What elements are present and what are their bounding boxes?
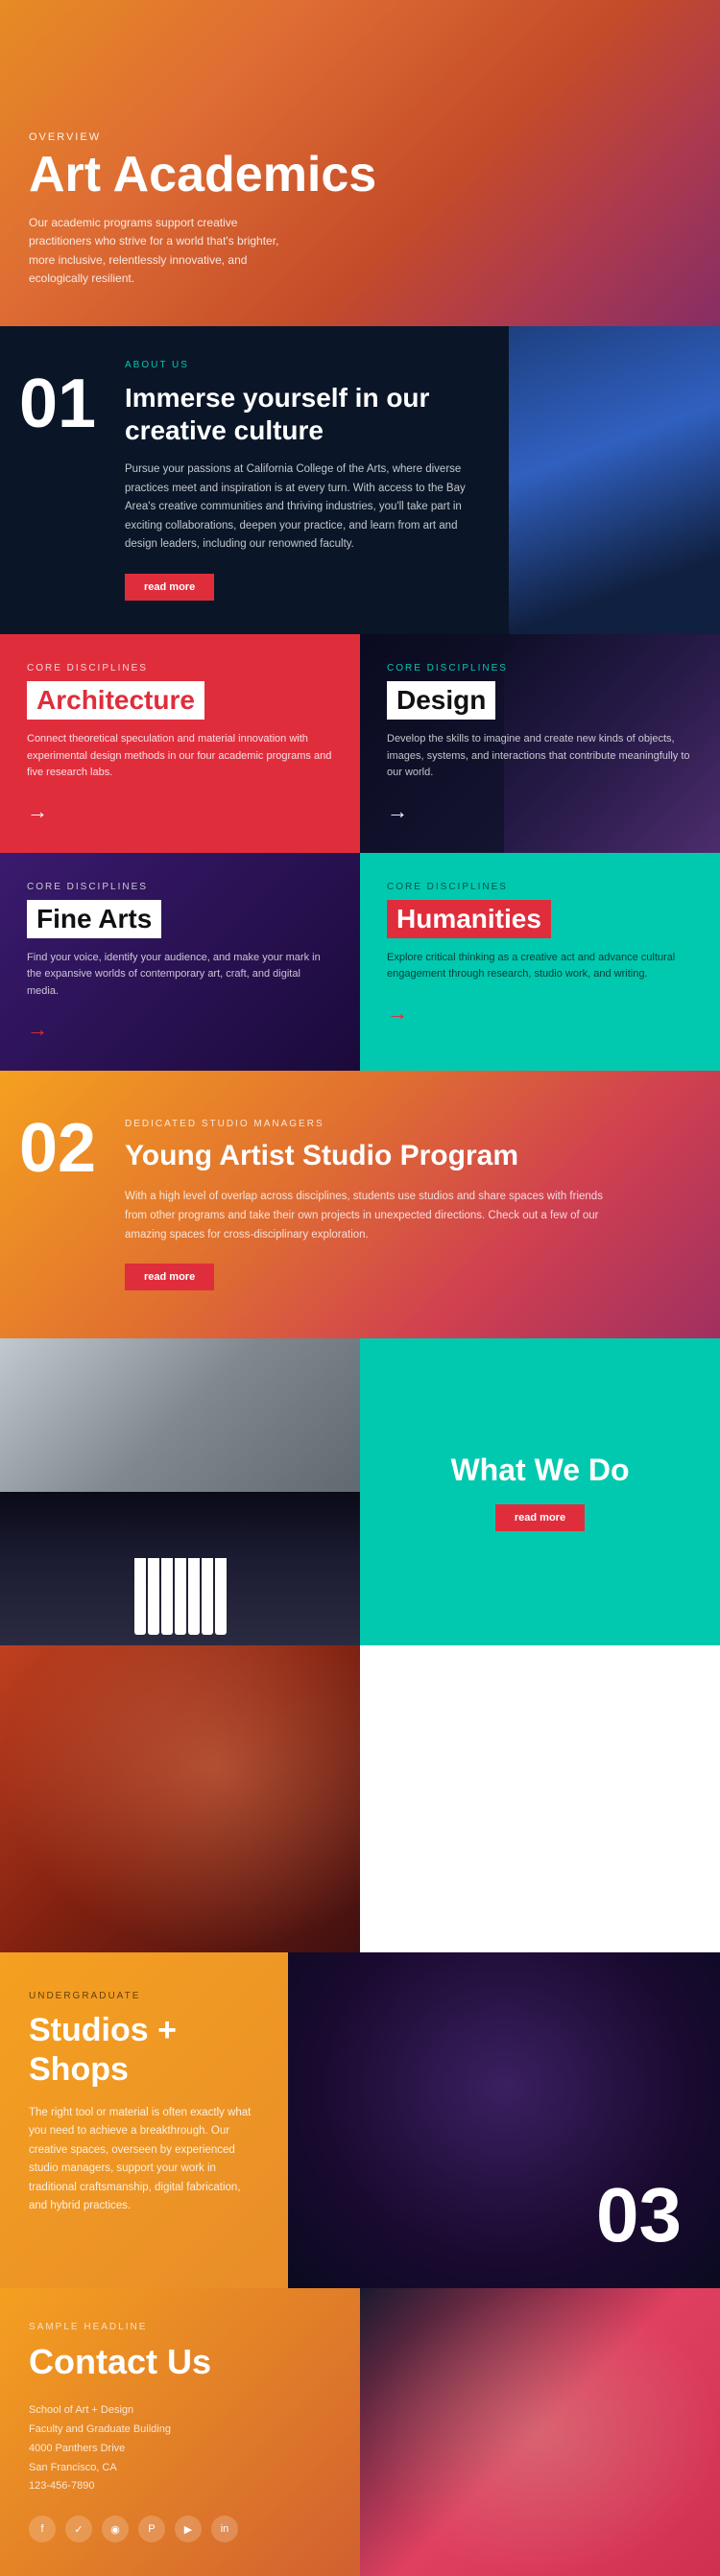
hero-section: OVERVIEW Art Academics Our academic prog… [0, 0, 720, 326]
contact-image-overlay [360, 2288, 720, 2576]
what-right-image [0, 1645, 360, 1952]
architecture-overline: CORE DISCIPLINES [27, 663, 333, 674]
finearts-content: CORE DISCIPLINES Fine Arts Find your voi… [27, 882, 333, 1043]
finearts-title: Fine Arts [36, 904, 152, 934]
design-description: Develop the skills to imagine and create… [387, 731, 693, 782]
studios-title: Studios + Shops [29, 2011, 259, 2090]
contact-left-panel: SAMPLE HEADLINE Contact Us School of Art… [0, 2288, 360, 2576]
facebook-icon[interactable]: f [29, 2516, 56, 2542]
design-overline: CORE DISCIPLINES [387, 663, 693, 674]
studio-read-more-button[interactable]: read more [125, 1264, 214, 1290]
about-person-image [509, 326, 720, 634]
studio-section: 02 DEDICATED STUDIO MANAGERS Young Artis… [0, 1071, 720, 1338]
contact-address-line3: 4000 Panthers Drive [29, 2440, 331, 2459]
what-left-column [0, 1338, 360, 1645]
studio-number: 02 [19, 1109, 96, 1188]
about-content: ABOUT US Immerse yourself in our creativ… [115, 326, 509, 634]
paper-fold-image [0, 1338, 360, 1492]
humanities-arrow[interactable]: → [387, 1001, 408, 1026]
studio-description: With a high level of overlap across disc… [125, 1188, 605, 1244]
contact-title: Contact Us [29, 2342, 331, 2382]
discipline-design[interactable]: CORE DISCIPLINES Design Develop the skil… [360, 634, 720, 853]
linkedin-icon[interactable]: in [211, 2516, 238, 2542]
what-top-image [0, 1338, 360, 1492]
design-title-box: Design [387, 681, 495, 720]
studios-section: UNDERGRADUATE Studios + Shops The right … [0, 1952, 720, 2288]
architecture-description: Connect theoretical speculation and mate… [27, 731, 333, 782]
about-number: 01 [0, 326, 115, 634]
hero-content: OVERVIEW Art Academics Our academic prog… [29, 131, 376, 288]
what-we-do-section: What We Do read more [0, 1338, 720, 1952]
piano-image [0, 1492, 360, 1645]
hero-overline: OVERVIEW [29, 131, 376, 143]
architecture-title-box: Architecture [27, 681, 204, 720]
contact-address-line4: San Francisco, CA [29, 2459, 331, 2478]
youtube-icon[interactable]: ▶ [175, 2516, 202, 2542]
piano-key-2 [148, 1558, 159, 1635]
discipline-finearts[interactable]: CORE DISCIPLINES Fine Arts Find your voi… [0, 853, 360, 1072]
piano-key-1 [134, 1558, 146, 1635]
finearts-description: Find your voice, identify your audience,… [27, 950, 333, 1001]
hero-description: Our academic programs support creative p… [29, 214, 298, 288]
piano-key-3 [161, 1558, 173, 1635]
social-icons-group: f ✓ ◉ P ▶ in [29, 2516, 331, 2542]
disciplines-section: CORE DISCIPLINES Architecture Connect th… [0, 634, 720, 1072]
contact-address-line1: School of Art + Design [29, 2401, 331, 2421]
studios-description: The right tool or material is often exac… [29, 2104, 259, 2216]
contact-address-line2: Faculty and Graduate Building [29, 2421, 331, 2440]
contact-address: School of Art + Design Faculty and Gradu… [29, 2401, 331, 2496]
architecture-title: Architecture [36, 685, 195, 715]
architecture-arrow[interactable]: → [27, 799, 48, 824]
studios-overline: UNDERGRADUATE [29, 1991, 259, 2001]
design-content: CORE DISCIPLINES Design Develop the skil… [387, 663, 693, 824]
about-image [509, 326, 720, 634]
studio-title: Young Artist Studio Program [125, 1139, 691, 1173]
humanities-overline: CORE DISCIPLINES [387, 882, 693, 892]
contact-right-image [360, 2288, 720, 2576]
what-bottom-image [0, 1492, 360, 1645]
instagram-icon[interactable]: ◉ [102, 2516, 129, 2542]
contact-address-line5: 123-456-7890 [29, 2477, 331, 2496]
about-description: Pursue your passions at California Colle… [125, 461, 480, 555]
finearts-overline: CORE DISCIPLINES [27, 882, 333, 892]
about-read-more-button[interactable]: read more [125, 574, 214, 601]
studios-content: UNDERGRADUATE Studios + Shops The right … [0, 1952, 288, 2288]
piano-key-7 [215, 1558, 227, 1635]
finearts-arrow[interactable]: → [27, 1017, 48, 1042]
contact-overline: SAMPLE HEADLINE [29, 2322, 331, 2332]
piano-key-6 [202, 1558, 213, 1635]
discipline-architecture[interactable]: CORE DISCIPLINES Architecture Connect th… [0, 634, 360, 853]
contact-section: SAMPLE HEADLINE Contact Us School of Art… [0, 2288, 720, 2576]
what-read-more-button[interactable]: read more [495, 1504, 585, 1531]
design-arrow[interactable]: → [387, 799, 408, 824]
piano-key-4 [175, 1558, 186, 1635]
discipline-humanities[interactable]: CORE DISCIPLINES Humanities Explore crit… [360, 853, 720, 1072]
humanities-title: Humanities [396, 904, 541, 934]
what-title: What We Do [450, 1453, 629, 1487]
about-overline: ABOUT US [125, 360, 480, 370]
about-section: 01 ABOUT US Immerse yourself in our crea… [0, 326, 720, 634]
hero-title: Art Academics [29, 148, 376, 202]
what-face-gradient [0, 1645, 360, 1952]
about-title: Immerse yourself in our creative culture [125, 382, 480, 446]
finearts-title-box: Fine Arts [27, 900, 161, 938]
design-title: Design [396, 685, 486, 715]
humanities-description: Explore critical thinking as a creative … [387, 950, 693, 983]
studio-overline: DEDICATED STUDIO MANAGERS [125, 1119, 691, 1129]
studios-number: 03 [596, 2171, 682, 2259]
twitter-icon[interactable]: ✓ [65, 2516, 92, 2542]
humanities-title-box: Humanities [387, 900, 551, 938]
what-center-panel: What We Do read more [360, 1338, 720, 1645]
piano-key-5 [188, 1558, 200, 1635]
pinterest-icon[interactable]: P [138, 2516, 165, 2542]
